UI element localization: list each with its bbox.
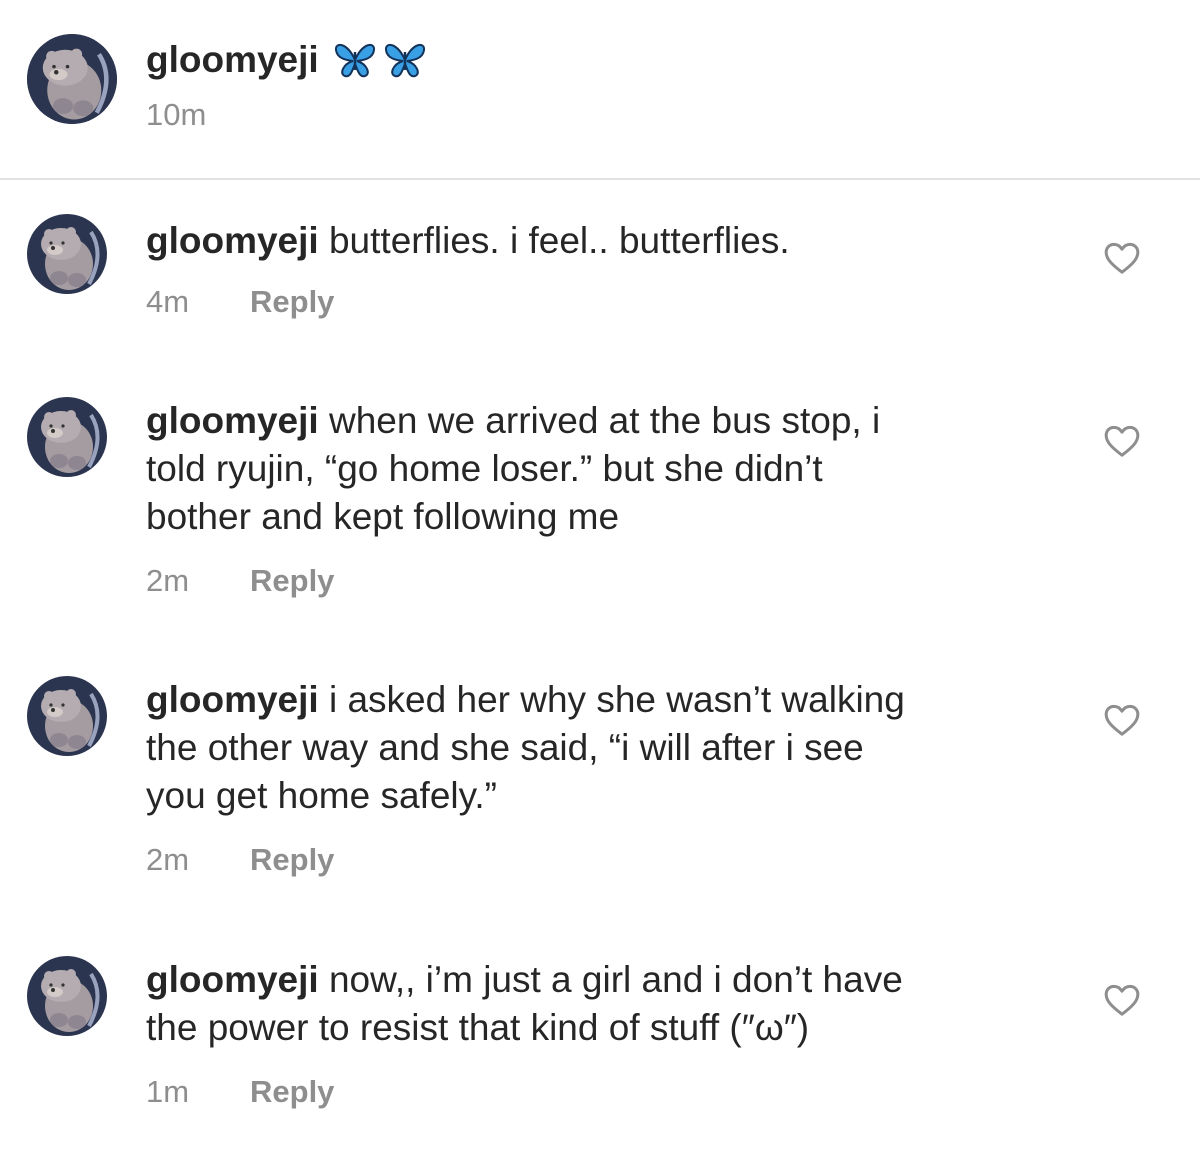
butterfly-icon [334,43,375,78]
post-header: gloomyeji 10m [0,0,1200,178]
avatar[interactable] [27,34,117,124]
comment-text: gloomyeji when we arrived at the bus sto… [146,397,1026,541]
bear-avatar-icon [27,956,107,1036]
heart-icon[interactable] [1102,700,1142,740]
avatar[interactable] [27,676,107,756]
bear-avatar-icon [27,397,107,477]
comment-meta: 2m Reply [146,840,334,880]
username[interactable]: gloomyeji [146,400,319,441]
comment-timestamp: 4m [146,284,190,319]
comment-timestamp: 1m [146,1074,190,1109]
bear-avatar-icon [27,676,107,756]
reply-button[interactable]: Reply [250,561,334,601]
reply-button[interactable]: Reply [250,282,334,322]
reply-button[interactable]: Reply [250,1072,334,1112]
reply-button[interactable]: Reply [250,840,334,880]
comment-meta: 4m Reply [146,282,334,322]
comment-meta: 2m Reply [146,561,334,601]
heart-icon[interactable] [1102,980,1142,1020]
comment-text: gloomyeji now,, i’m just a girl and i do… [146,956,1026,1052]
username[interactable]: gloomyeji [146,36,319,84]
avatar[interactable] [27,397,107,477]
username[interactable]: gloomyeji [146,679,319,720]
bear-avatar-icon [27,214,107,294]
comment-timestamp: 2m [146,842,190,877]
avatar[interactable] [27,956,107,1036]
comment-timestamp: 2m [146,563,190,598]
username[interactable]: gloomyeji [146,220,319,261]
post-timestamp: 10m [146,97,207,132]
comment-meta: 1m Reply [146,1072,334,1112]
bear-avatar-icon [27,34,117,124]
divider [0,178,1200,180]
comment-body: butterflies. i feel.. butterflies. [328,220,790,261]
post-author: gloomyeji [146,36,427,84]
heart-icon[interactable] [1102,238,1142,278]
avatar[interactable] [27,214,107,294]
butterfly-emojis [333,40,427,80]
butterfly-icon [384,43,425,78]
heart-icon[interactable] [1102,421,1142,461]
comment-text: gloomyeji i asked her why she wasn’t wal… [146,676,1026,820]
comment-text: gloomyeji butterflies. i feel.. butterfl… [146,217,1026,265]
username[interactable]: gloomyeji [146,959,319,1000]
